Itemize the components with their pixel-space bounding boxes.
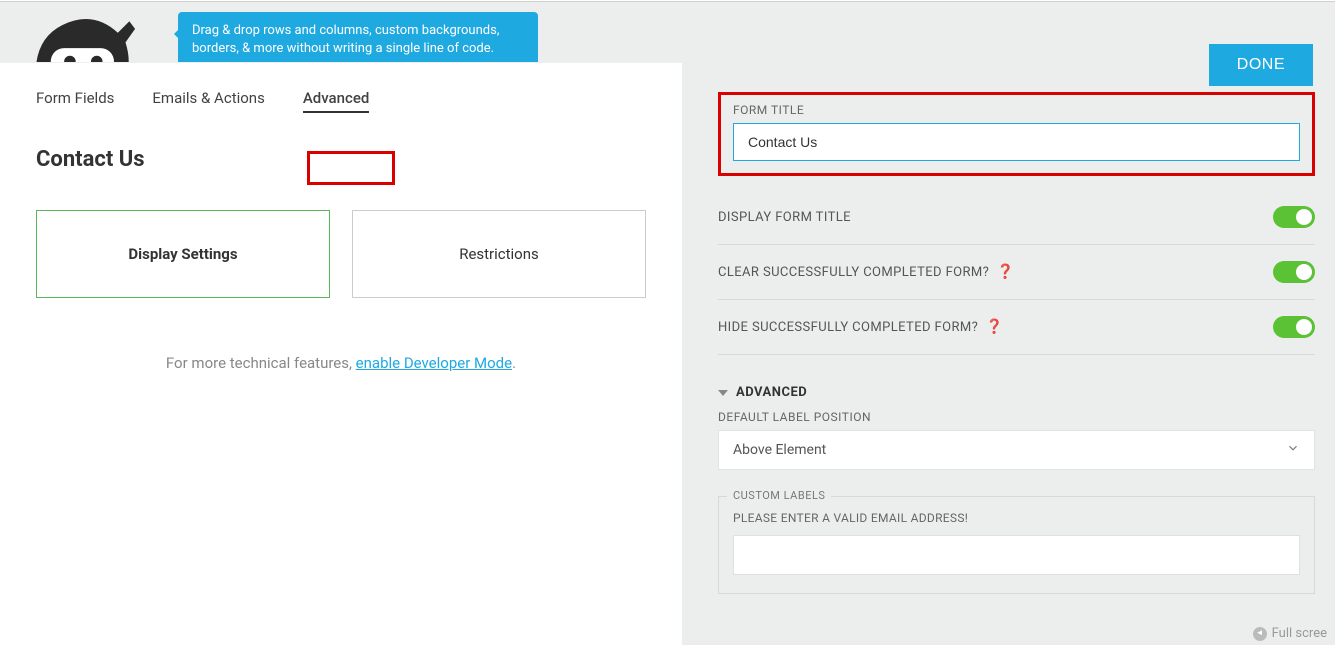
help-icon[interactable]: ❓ xyxy=(986,319,1004,335)
form-title-highlight: FORM TITLE xyxy=(718,92,1315,176)
custom-labels-legend: CUSTOM LABELS xyxy=(727,489,831,502)
main-tabs: Form Fields Emails & Actions Advanced xyxy=(36,63,646,113)
dev-note-suffix: . xyxy=(512,354,516,372)
dev-note-prefix: For more technical features, xyxy=(166,354,356,372)
custom-labels-fieldset: CUSTOM LABELS PLEASE ENTER A VALID EMAIL… xyxy=(718,496,1315,594)
developer-mode-note: For more technical features, enable Deve… xyxy=(36,354,646,372)
clear-completed-toggle[interactable] xyxy=(1273,261,1315,283)
triangle-down-icon xyxy=(718,390,728,396)
done-button[interactable]: DONE xyxy=(1209,44,1313,86)
form-title-input[interactable] xyxy=(733,123,1300,161)
email-error-label: PLEASE ENTER A VALID EMAIL ADDRESS! xyxy=(733,511,1300,525)
advanced-section-label: ADVANCED xyxy=(736,385,807,400)
default-label-position-select[interactable]: Above Element xyxy=(718,430,1315,470)
ninja-logo xyxy=(22,0,137,62)
tab-form-fields[interactable]: Form Fields xyxy=(36,89,114,113)
tab-emails-actions[interactable]: Emails & Actions xyxy=(152,89,264,113)
promo-tooltip: Drag & drop rows and columns, custom bac… xyxy=(178,12,538,69)
advanced-section-header[interactable]: ADVANCED xyxy=(718,385,1315,400)
arrow-left-circle-icon xyxy=(1253,627,1267,641)
enable-developer-mode-link[interactable]: enable Developer Mode xyxy=(356,354,512,372)
right-panel: FORM TITLE DISPLAY FORM TITLE CLEAR SUCC… xyxy=(718,92,1315,645)
fullscreen-hint[interactable]: Full scree xyxy=(1253,626,1327,641)
card-restrictions[interactable]: Restrictions xyxy=(352,210,646,298)
default-label-position-label: DEFAULT LABEL POSITION xyxy=(718,410,1315,424)
card-display-settings[interactable]: Display Settings xyxy=(36,210,330,298)
left-panel: Form Fields Emails & Actions Advanced Co… xyxy=(0,62,682,645)
tab-advanced[interactable]: Advanced xyxy=(303,89,369,113)
display-form-title-toggle[interactable] xyxy=(1273,206,1315,228)
chevron-down-icon xyxy=(1286,441,1300,459)
display-form-title-label: DISPLAY FORM TITLE xyxy=(718,210,851,225)
fullscreen-hint-text: Full scree xyxy=(1272,626,1327,641)
form-title-label: FORM TITLE xyxy=(733,103,1300,117)
email-error-input[interactable] xyxy=(733,535,1300,575)
hide-completed-label: HIDE SUCCESSFULLY COMPLETED FORM? ❓ xyxy=(718,319,1004,335)
clear-completed-label: CLEAR SUCCESSFULLY COMPLETED FORM? ❓ xyxy=(718,264,1015,280)
default-label-position-value: Above Element xyxy=(733,442,826,458)
hide-completed-toggle[interactable] xyxy=(1273,316,1315,338)
help-icon[interactable]: ❓ xyxy=(997,264,1015,280)
page-title: Contact Us xyxy=(36,147,646,172)
